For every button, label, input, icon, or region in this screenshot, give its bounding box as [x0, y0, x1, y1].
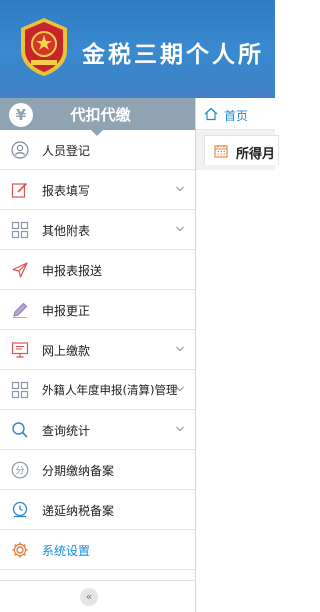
sidebar-item-other-schedules[interactable]: 其他附表	[0, 210, 195, 250]
sidebar-item-system-settings[interactable]: 系统设置	[0, 530, 195, 570]
sidebar-item-label: 分期缴纳备案	[42, 464, 115, 478]
sidebar-item-online-payment[interactable]: 网上缴款	[0, 330, 195, 370]
sidebar-item-foreigner-annual-declaration[interactable]: 外籍人年度申报(清算)管理	[0, 370, 195, 410]
sidebar-item-report-submission[interactable]: 申报表报送	[0, 250, 195, 290]
grid-icon	[11, 221, 29, 239]
sidebar-item-deferred-tax-filing[interactable]: 递延纳税备案	[0, 490, 195, 530]
sidebar-item-installment-filing[interactable]: 分 分期缴纳备案	[0, 450, 195, 490]
sidebar-item-label: 报表填写	[42, 184, 91, 198]
breadcrumb-home-link[interactable]: 首页	[224, 107, 248, 124]
chevron-down-icon	[176, 346, 184, 352]
main-content: 首页 所得月	[196, 98, 279, 612]
sidebar-item-label: 系统设置	[42, 544, 91, 558]
chevron-down-icon	[176, 186, 184, 192]
deferral-icon	[12, 501, 28, 518]
sidebar-item-label: 申报表报送	[42, 264, 103, 278]
pencil-icon	[13, 302, 28, 318]
sidebar-item-label: 其他附表	[42, 224, 91, 238]
sidebar-menu: 人员登记 报表填写 其他附表 申报表报送 申报更正 网上缴款 外籍人年度申报(清…	[0, 130, 195, 570]
svg-text:分: 分	[15, 466, 24, 477]
sidebar-item-report-filling[interactable]: 报表填写	[0, 170, 195, 210]
grid-icon	[11, 381, 29, 399]
collapse-sidebar-button[interactable]: «	[80, 588, 98, 606]
tab-label: 所得月	[236, 147, 276, 162]
sidebar: ¥ 代扣代缴 人员登记 报表填写 其他附表 申报表报送 申报更正 网上缴款 外籍…	[0, 98, 196, 612]
installment-icon: 分	[11, 461, 29, 479]
chevron-down-icon	[176, 226, 184, 232]
breadcrumb: 首页	[196, 98, 275, 130]
sidebar-item-label: 网上缴款	[42, 344, 91, 358]
chevron-down-icon	[176, 426, 184, 432]
sidebar-item-label: 外籍人年度申报(清算)管理	[42, 383, 178, 397]
person-icon	[11, 141, 29, 159]
sidebar-item-label: 递延纳税备案	[42, 504, 115, 518]
sidebar-title: 代扣代缴	[70, 106, 131, 124]
gear-icon	[12, 542, 28, 558]
search-icon	[12, 422, 28, 438]
app-header: 金税三期个人所	[0, 0, 275, 98]
home-icon[interactable]	[204, 107, 218, 121]
sidebar-item-query-statistics[interactable]: 查询统计	[0, 410, 195, 450]
tab-income-month[interactable]: 所得月	[204, 135, 279, 165]
tab-strip: 所得月	[196, 130, 279, 170]
sidebar-item-label: 查询统计	[42, 424, 91, 438]
sidebar-item-personnel-registration[interactable]: 人员登记	[0, 130, 195, 170]
edit-icon	[11, 182, 28, 198]
sidebar-item-label: 申报更正	[42, 304, 91, 318]
chevron-down-icon	[176, 386, 184, 392]
send-icon	[12, 262, 28, 278]
sidebar-collapse-row: «	[0, 580, 196, 612]
tax-emblem-icon	[21, 18, 67, 76]
sidebar-item-declaration-correction[interactable]: 申报更正	[0, 290, 195, 330]
sidebar-header[interactable]: ¥ 代扣代缴	[0, 98, 195, 136]
app-title: 金税三期个人所	[82, 42, 264, 68]
sidebar-item-label: 人员登记	[42, 144, 91, 158]
calendar-icon	[214, 145, 228, 158]
monitor-icon	[11, 342, 29, 358]
